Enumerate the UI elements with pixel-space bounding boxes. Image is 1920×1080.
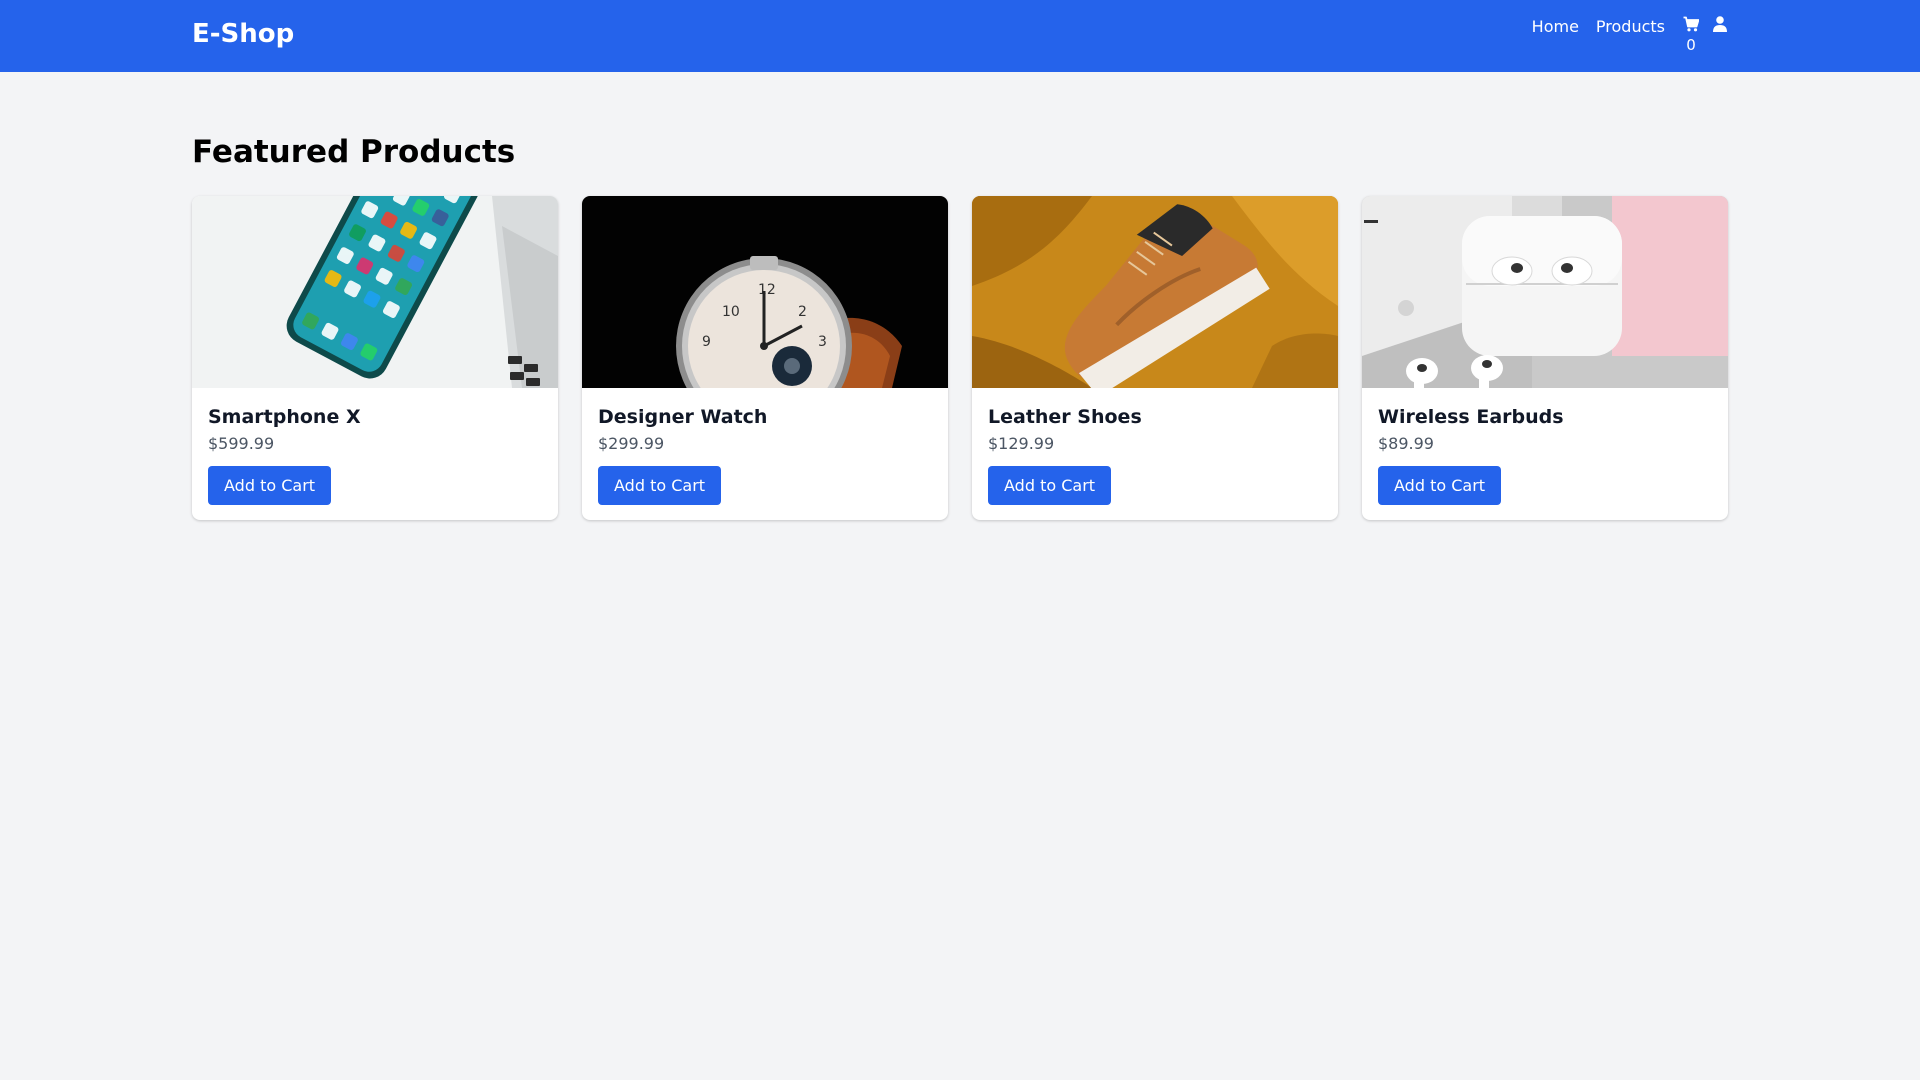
- svg-text:3: 3: [818, 334, 827, 350]
- product-price: $129.99: [988, 434, 1055, 453]
- product-grid: Smartphone X $599.99 Add to Cart 12 9 3 …: [192, 196, 1728, 520]
- cart-button[interactable]: 0: [1681, 16, 1701, 53]
- product-card-body: Leather Shoes $129.99 Add to Cart: [972, 388, 1338, 505]
- product-card-body: Smartphone X $599.99 Add to Cart: [192, 388, 558, 505]
- svg-text:9: 9: [702, 334, 711, 350]
- product-card: 12 9 3 10 2 Designer Watch $299.99 Add t…: [582, 196, 948, 520]
- svg-text:12: 12: [758, 282, 776, 298]
- section-title: Featured Products: [192, 134, 516, 170]
- product-name: Designer Watch: [598, 406, 768, 428]
- product-card: Smartphone X $599.99 Add to Cart: [192, 196, 558, 520]
- product-card-body: Wireless Earbuds $89.99 Add to Cart: [1362, 388, 1728, 505]
- product-price: $299.99: [598, 434, 665, 453]
- shoes-image: [972, 196, 1338, 388]
- cart-count-badge: 0: [1686, 36, 1696, 54]
- nav-link-home[interactable]: Home: [1532, 16, 1579, 38]
- nav-link-products[interactable]: Products: [1596, 16, 1665, 38]
- svg-text:2: 2: [798, 304, 807, 320]
- product-name: Smartphone X: [208, 406, 361, 428]
- shopping-cart-icon: [1683, 16, 1700, 36]
- watch-image: 12 9 3 10 2: [582, 196, 948, 388]
- product-card-body: Designer Watch $299.99 Add to Cart: [582, 388, 948, 505]
- svg-text:10: 10: [722, 304, 740, 320]
- user-icon: [1713, 16, 1727, 36]
- add-to-cart-button[interactable]: Add to Cart: [598, 466, 722, 505]
- smartphone-image: [192, 196, 558, 388]
- user-account-button[interactable]: [1713, 16, 1727, 36]
- product-card: Wireless Earbuds $89.99 Add to Cart: [1362, 196, 1728, 520]
- product-name: Leather Shoes: [988, 406, 1142, 428]
- add-to-cart-button[interactable]: Add to Cart: [208, 466, 332, 505]
- product-price: $89.99: [1378, 434, 1434, 453]
- product-price: $599.99: [208, 434, 275, 453]
- product-name: Wireless Earbuds: [1378, 406, 1564, 428]
- nav-links: Home Products 0: [1515, 16, 1727, 53]
- add-to-cart-button[interactable]: Add to Cart: [988, 466, 1112, 505]
- navbar: E-Shop Home Products 0: [0, 0, 1920, 72]
- product-card: Leather Shoes $129.99 Add to Cart: [972, 196, 1338, 520]
- earbuds-image: [1362, 196, 1728, 388]
- brand-logo[interactable]: E-Shop: [192, 19, 294, 49]
- add-to-cart-button[interactable]: Add to Cart: [1378, 466, 1502, 505]
